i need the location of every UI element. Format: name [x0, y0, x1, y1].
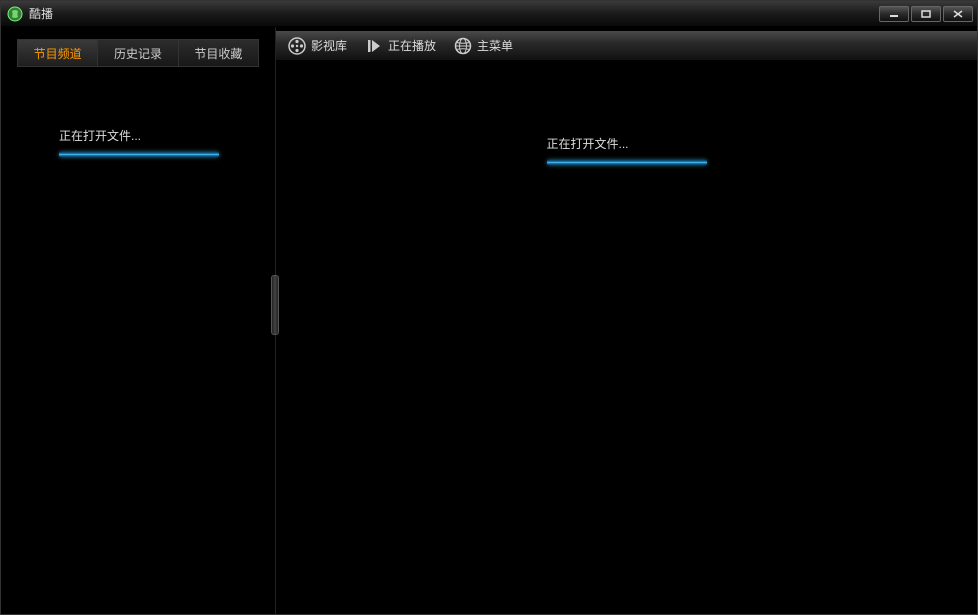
loading-text: 正在打开文件... [547, 135, 707, 152]
toolbar-label: 正在播放 [388, 37, 436, 54]
titlebar[interactable]: 酷播 [1, 1, 977, 27]
globe-icon [454, 37, 472, 55]
sidebar-tabs: 节目频道 历史记录 节目收藏 [17, 39, 259, 67]
window-controls [877, 6, 973, 22]
main-loading: 正在打开文件... [547, 135, 707, 165]
sidebar-loading: 正在打开文件... [1, 127, 275, 157]
main-body: 正在打开文件... [276, 61, 977, 614]
loading-text: 正在打开文件... [59, 127, 275, 144]
content-area: 节目频道 历史记录 节目收藏 正在打开文件... [1, 27, 977, 614]
close-button[interactable] [943, 6, 973, 22]
tab-label: 节目收藏 [194, 45, 242, 62]
tab-channels[interactable]: 节目频道 [18, 40, 98, 66]
progress-bar [59, 152, 219, 157]
tab-history[interactable]: 历史记录 [98, 40, 178, 66]
progress-bar [547, 160, 707, 165]
toolbar-now-playing[interactable]: 正在播放 [365, 37, 436, 55]
tab-label: 节目频道 [34, 45, 82, 62]
toolbar-main-menu[interactable]: 主菜单 [454, 37, 513, 55]
app-title: 酷播 [29, 5, 877, 22]
play-icon [365, 37, 383, 55]
toolbar-label: 主菜单 [477, 37, 513, 54]
tab-label: 历史记录 [114, 45, 162, 62]
minimize-button[interactable] [879, 6, 909, 22]
app-logo-icon [7, 6, 23, 22]
main-toolbar: 影视库 正在播放 [276, 31, 977, 61]
main-panel: 影视库 正在播放 [276, 27, 977, 614]
toolbar-library[interactable]: 影视库 [288, 37, 347, 55]
sidebar-body: 正在打开文件... [1, 67, 275, 614]
sidebar: 节目频道 历史记录 节目收藏 正在打开文件... [1, 27, 276, 614]
toolbar-label: 影视库 [311, 37, 347, 54]
maximize-button[interactable] [911, 6, 941, 22]
film-reel-icon [288, 37, 306, 55]
tab-favorites[interactable]: 节目收藏 [179, 40, 258, 66]
